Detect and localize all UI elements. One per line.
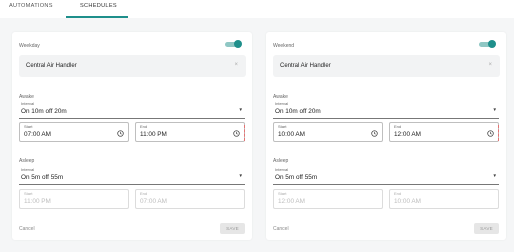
asleep-end-time-field: End 10:00 AM — [389, 189, 499, 209]
interval-label: Interval — [275, 101, 289, 106]
awake-end-time-field[interactable]: End 12:00 AM — [389, 122, 499, 142]
tab-automations[interactable]: AUTOMATIONS — [9, 3, 53, 9]
asleep-section-label: Asleep — [273, 158, 289, 164]
interval-label: Interval — [275, 167, 289, 172]
start-label: Start — [24, 191, 33, 196]
schedule-card-weekday: Weekday Central Air Handler × Awake Inte… — [12, 32, 252, 240]
start-label: Start — [278, 191, 287, 196]
start-label: Start — [278, 124, 287, 129]
asleep-start-time-field: Start 11:00 PM — [19, 189, 129, 209]
device-select[interactable]: Central Air Handler × — [273, 55, 500, 77]
dropdown-arrow-icon: ▼ — [238, 173, 243, 178]
asleep-section-label: Asleep — [19, 158, 35, 164]
clock-icon[interactable] — [233, 129, 240, 137]
toggle-knob — [234, 40, 242, 48]
awake-start-time-field[interactable]: Start 10:00 AM — [273, 122, 383, 142]
validation-marker — [498, 125, 499, 141]
tab-bar: AUTOMATIONS SCHEDULES — [0, 0, 514, 18]
save-button[interactable]: SAVE — [474, 223, 499, 234]
start-time-value: 07:00 AM — [24, 131, 52, 138]
interval-value: On 10m off 20m — [21, 108, 67, 115]
start-time-value: 12:00 AM — [278, 198, 306, 205]
toggle-knob — [488, 40, 496, 48]
device-name: Central Air Handler — [26, 62, 77, 69]
asleep-interval-select[interactable]: Interval On 5m off 55m ▼ — [19, 166, 245, 185]
schedule-enabled-toggle[interactable] — [479, 40, 496, 48]
clear-icon[interactable]: × — [234, 62, 238, 68]
end-time-value: 11:00 PM — [140, 131, 167, 138]
asleep-end-time-field: End 07:00 AM — [135, 189, 245, 209]
schedule-name-label: Weekend — [273, 43, 295, 49]
awake-interval-select[interactable]: Interval On 10m off 20m ▼ — [273, 100, 499, 119]
interval-value: On 5m off 55m — [275, 174, 318, 181]
start-label: Start — [24, 124, 33, 129]
interval-label: Interval — [21, 167, 35, 172]
save-button[interactable]: SAVE — [220, 223, 245, 234]
cancel-button[interactable]: Cancel — [19, 226, 35, 232]
tab-schedules[interactable]: SCHEDULES — [80, 3, 117, 9]
end-label: End — [140, 191, 148, 196]
asleep-start-time-field: Start 12:00 AM — [273, 189, 383, 209]
end-time-value: 07:00 AM — [140, 198, 168, 205]
schedule-card-weekend: Weekend Central Air Handler × Awake Inte… — [266, 32, 506, 240]
dropdown-arrow-icon: ▼ — [492, 107, 497, 112]
clock-icon[interactable] — [117, 129, 124, 137]
validation-marker — [244, 125, 245, 141]
interval-label: Interval — [21, 101, 35, 106]
start-time-value: 11:00 PM — [24, 198, 51, 205]
schedule-enabled-toggle[interactable] — [225, 40, 242, 48]
awake-start-time-field[interactable]: Start 07:00 AM — [19, 122, 129, 142]
start-time-value: 10:00 AM — [278, 131, 306, 138]
clock-icon[interactable] — [371, 129, 378, 137]
dropdown-arrow-icon: ▼ — [238, 107, 243, 112]
clock-icon[interactable] — [487, 129, 494, 137]
end-label: End — [394, 191, 402, 196]
dropdown-arrow-icon: ▼ — [492, 173, 497, 178]
clear-icon[interactable]: × — [488, 62, 492, 68]
cancel-button[interactable]: Cancel — [273, 226, 289, 232]
interval-value: On 5m off 55m — [21, 174, 64, 181]
end-time-value: 10:00 AM — [394, 198, 422, 205]
device-name: Central Air Handler — [280, 62, 331, 69]
device-select[interactable]: Central Air Handler × — [19, 55, 246, 77]
interval-value: On 10m off 20m — [275, 108, 321, 115]
end-label: End — [394, 124, 402, 129]
end-time-value: 12:00 AM — [394, 131, 422, 138]
awake-interval-select[interactable]: Interval On 10m off 20m ▼ — [19, 100, 245, 119]
asleep-interval-select[interactable]: Interval On 5m off 55m ▼ — [273, 166, 499, 185]
schedule-name-label: Weekday — [19, 43, 40, 49]
active-tab-indicator — [66, 16, 128, 18]
awake-end-time-field[interactable]: End 11:00 PM — [135, 122, 245, 142]
end-label: End — [140, 124, 148, 129]
